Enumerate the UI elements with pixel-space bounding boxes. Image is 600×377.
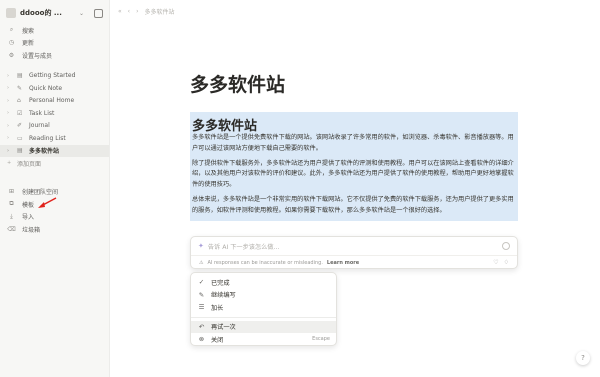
menu-item-label: 已完成 bbox=[211, 279, 230, 287]
annotation-arrow bbox=[38, 197, 57, 208]
menu-item-label: 继续编写 bbox=[211, 292, 236, 300]
pen-icon: ✎ bbox=[198, 290, 205, 299]
ai-footer: ⚠ AI responses can be inaccurate or misl… bbox=[191, 255, 517, 269]
clock-icon: ◷ bbox=[8, 39, 15, 47]
checkbox-icon: ☑ bbox=[17, 109, 23, 117]
menu-item-make-longer[interactable]: ☰ 加长 bbox=[191, 301, 336, 314]
sidebar-page-label: Reading List bbox=[29, 134, 66, 142]
sidebar-item-settings[interactable]: ⚙ 设置与成员 bbox=[0, 49, 109, 62]
warning-icon: ⚠ bbox=[199, 259, 204, 266]
help-button[interactable]: ? bbox=[576, 351, 590, 365]
retry-icon: ↶ bbox=[198, 322, 205, 331]
sidebar-toggle-icon[interactable]: « bbox=[118, 8, 122, 15]
forward-arrow-icon[interactable]: › bbox=[136, 8, 138, 15]
sidebar-page-label: Task List bbox=[29, 109, 55, 117]
trash-icon: ⌫ bbox=[7, 225, 16, 233]
paragraph[interactable]: 总体来说，多多软件站是一个非常实用的软件下载网站。它不仅提供了免费的软件下载服务… bbox=[190, 195, 518, 217]
search-icon: ⌕ bbox=[9, 26, 14, 34]
add-page-label: 添加页面 bbox=[17, 160, 42, 168]
thumbs-down-icon[interactable]: ♢ bbox=[504, 259, 509, 266]
close-icon: ⊗ bbox=[198, 335, 205, 344]
sidebar-page-label: Personal Home bbox=[29, 97, 75, 105]
page-heading[interactable]: 多多软件站 bbox=[190, 112, 518, 134]
sidebar-item-trash[interactable]: ⌫ 垃圾箱 bbox=[0, 223, 109, 236]
menu-divider bbox=[191, 316, 336, 318]
sidebar-page-label: Quick Note bbox=[29, 84, 63, 92]
sidebar-page-quick-note[interactable]: › ✎ Quick Note bbox=[0, 82, 109, 95]
template-icon: ⧉ bbox=[9, 200, 14, 208]
sidebar-item-label: 导入 bbox=[22, 214, 35, 222]
sidebar-page-personal-home[interactable]: › ⌂ Personal Home bbox=[0, 95, 109, 108]
paragraph[interactable]: 除了提供软件下载服务外，多多软件站还为用户提供了软件的评测和使用教程。用户可以在… bbox=[190, 159, 518, 191]
menu-item-label: 再试一次 bbox=[211, 324, 236, 332]
submit-icon[interactable] bbox=[502, 242, 510, 250]
chevron-right-icon[interactable]: › bbox=[7, 73, 12, 79]
breadcrumb[interactable]: 多多软件站 bbox=[144, 7, 174, 16]
pen-icon: ✐ bbox=[17, 122, 23, 130]
workspace-name: ddooo的 ... bbox=[20, 9, 62, 17]
learn-more-link[interactable]: Learn more bbox=[327, 260, 359, 266]
sidebar-item-updates[interactable]: ◷ 更新 bbox=[0, 37, 109, 50]
workspace-switcher[interactable]: ddooo的 ... ⌄ bbox=[0, 2, 109, 24]
thumbs-up-icon[interactable]: ♡ bbox=[493, 259, 498, 266]
sidebar-page-journal[interactable]: › ✐ Journal bbox=[0, 120, 109, 133]
sidebar-page-current[interactable]: › ▤ 多多软件站 bbox=[0, 144, 109, 157]
chevron-right-icon[interactable]: › bbox=[7, 123, 12, 129]
book-icon: ▭ bbox=[17, 134, 23, 142]
sidebar-page-task-list[interactable]: › ☑ Task List bbox=[0, 107, 109, 120]
sidebar-page-label: 多多软件站 bbox=[29, 148, 60, 156]
menu-item-done[interactable]: ✓ 已完成 bbox=[191, 276, 336, 289]
sidebar-item-label: 垃圾箱 bbox=[22, 226, 41, 234]
page-icon: ▤ bbox=[17, 72, 23, 80]
chevron-down-icon: ⌄ bbox=[78, 9, 84, 17]
sidebar-item-label: 模板 bbox=[22, 201, 35, 209]
chevron-right-icon[interactable]: › bbox=[7, 98, 12, 104]
new-page-icon[interactable] bbox=[94, 8, 103, 18]
paragraph[interactable]: 多多软件站是一个提供免费软件下载的网站。该网站收录了许多常用的软件，如浏览器、杀… bbox=[190, 133, 518, 155]
sidebar: ddooo的 ... ⌄ ⌕ 搜索 ◷ 更新 ⚙ 设置与成员 › ▤ Getti… bbox=[0, 0, 110, 377]
chevron-right-icon[interactable]: › bbox=[7, 110, 12, 116]
gear-icon: ⚙ bbox=[8, 51, 15, 59]
ai-disclaimer: AI responses can be inaccurate or mislea… bbox=[207, 259, 323, 266]
page-icon: ▤ bbox=[17, 147, 23, 155]
check-icon: ✓ bbox=[198, 278, 205, 287]
menu-item-label: 加长 bbox=[211, 304, 224, 312]
home-icon: ⌂ bbox=[17, 97, 21, 105]
chevron-right-icon[interactable]: › bbox=[7, 148, 12, 154]
lines-icon: ☰ bbox=[198, 303, 205, 312]
chevron-right-icon[interactable]: › bbox=[7, 85, 12, 91]
sidebar-item-search[interactable]: ⌕ 搜索 bbox=[0, 24, 109, 37]
sparkle-icon: ✦ bbox=[198, 242, 204, 250]
ai-input[interactable]: ✦ 告诉 AI 下一步该怎么做... bbox=[191, 237, 517, 255]
sidebar-page-getting-started[interactable]: › ▤ Getting Started bbox=[0, 70, 109, 83]
plus-icon: + bbox=[7, 160, 12, 167]
shortcut-hint: Escape bbox=[312, 336, 330, 343]
workspace-avatar bbox=[6, 8, 16, 18]
sidebar-item-label: 创建团队空间 bbox=[22, 189, 59, 197]
chevron-right-icon[interactable]: › bbox=[7, 135, 12, 141]
menu-item-continue-writing[interactable]: ✎ 继续编写 bbox=[191, 289, 336, 302]
page-title[interactable]: 多多软件站 bbox=[190, 70, 285, 97]
back-arrow-icon[interactable]: ‹ bbox=[128, 8, 130, 15]
sidebar-page-label: Journal bbox=[29, 122, 50, 130]
sidebar-item-import[interactable]: ⤓ 导入 bbox=[0, 211, 109, 224]
ai-input-placeholder: 告诉 AI 下一步该怎么做... bbox=[207, 243, 280, 251]
sidebar-page-label: Getting Started bbox=[29, 72, 76, 80]
sidebar-page-reading-list[interactable]: › ▭ Reading List bbox=[0, 132, 109, 145]
sidebar-item-label: 更新 bbox=[22, 40, 35, 48]
menu-item-retry[interactable]: ↶ 再试一次 bbox=[191, 320, 336, 333]
ai-prompt-box: ✦ 告诉 AI 下一步该怎么做... ⚠ AI responses can be… bbox=[190, 236, 518, 269]
import-icon: ⤓ bbox=[10, 212, 13, 220]
selected-content[interactable]: 多多软件站 多多软件站是一个提供免费软件下载的网站。该网站收录了许多常用的软件，… bbox=[190, 112, 518, 221]
sidebar-item-label: 设置与成员 bbox=[22, 52, 53, 60]
topbar: « ‹ › 多多软件站 bbox=[110, 0, 600, 22]
add-page-button[interactable]: + 添加页面 bbox=[0, 157, 109, 170]
pin-icon: ✎ bbox=[17, 84, 23, 92]
ai-action-menu: ✓ 已完成 ✎ 继续编写 ☰ 加长 ↶ 再试一次 ⊗ 关闭 Escape bbox=[190, 272, 337, 346]
menu-item-close[interactable]: ⊗ 关闭 Escape bbox=[191, 333, 336, 346]
menu-item-label: 关闭 bbox=[211, 336, 224, 344]
team-icon: ⊞ bbox=[8, 188, 15, 196]
sidebar-item-label: 搜索 bbox=[22, 27, 35, 35]
